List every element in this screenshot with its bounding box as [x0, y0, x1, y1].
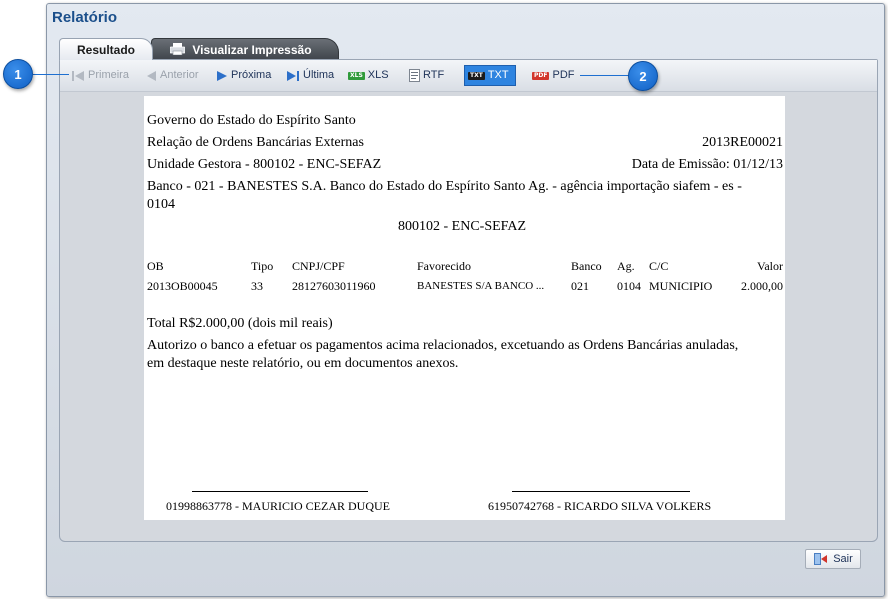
next-page-label: Próxima [231, 69, 272, 81]
xls-icon: XLS [348, 71, 365, 80]
last-page-button[interactable]: Última [283, 65, 337, 86]
signature-line-2 [512, 491, 690, 492]
column-header-cnpj: CNPJ/CPF [292, 259, 345, 273]
export-pdf-button[interactable]: PDF PDF [529, 65, 577, 86]
report-authorization: Autorizo o banco a efetuar os pagamentos… [147, 338, 739, 353]
report-bank-line: Banco - 021 - BANESTES S.A. Banco do Est… [147, 179, 742, 194]
column-header-tipo: Tipo [251, 259, 274, 273]
report-emission-date: Data de Emissão: 01/12/13 [631, 157, 783, 172]
report-unit: Unidade Gestora - 800102 - ENC-SEFAZ [147, 157, 382, 172]
report-relation-title: Relação de Ordens Bancárias Externas [147, 135, 364, 150]
signature-1: 01998863778 - MAURICIO CEZAR DUQUE [166, 499, 390, 513]
column-header-agencia: Ag. [617, 259, 635, 273]
callout-marker-1: 1 [3, 59, 33, 89]
tab-print-preview[interactable]: Visualizar Impressão [151, 38, 339, 60]
report-page: Governo do Estado do Espírito Santo Rela… [144, 96, 785, 520]
report-toolbar: Primeira Anterior Próxima Última XLS XLS… [60, 60, 877, 92]
next-page-button[interactable]: Próxima [213, 65, 274, 86]
txt-icon: TXT [468, 71, 485, 80]
cell-banco: 021 [571, 279, 589, 293]
exit-button[interactable]: Sair [805, 549, 861, 569]
signature-2: 61950742768 - RICARDO SILVA VOLKERS [488, 499, 712, 513]
report-authorization-cont: em destaque neste relatório, ou em docum… [147, 356, 459, 371]
cell-valor: 2.000,00 [741, 279, 783, 293]
first-page-label: Primeira [88, 69, 129, 81]
cell-ob: 2013OB00045 [147, 279, 218, 293]
callout-2-leader [580, 75, 630, 76]
column-header-favorecido: Favorecido [417, 259, 471, 273]
previous-page-icon [147, 70, 156, 81]
export-rtf-label: RTF [423, 69, 445, 81]
column-header-banco: Banco [571, 259, 602, 273]
column-header-cc: C/C [649, 259, 669, 273]
first-page-icon [72, 70, 84, 81]
cell-tipo: 33 [251, 279, 263, 293]
callout-1-leader [33, 74, 69, 75]
callout-marker-2: 2 [628, 61, 658, 91]
column-header-valor: Valor [757, 259, 783, 273]
column-header-ob: OB [147, 259, 164, 273]
next-page-icon [217, 70, 227, 81]
tab-print-preview-label: Visualizar Impressão [192, 43, 312, 57]
first-page-button[interactable]: Primeira [68, 65, 132, 86]
tab-result[interactable]: Resultado [59, 38, 153, 60]
report-window: Relatório Resultado Visualizar Impressão… [46, 3, 885, 597]
export-rtf-button[interactable]: RTF [406, 65, 447, 86]
last-page-label: Última [303, 69, 335, 81]
window-title: Relatório [52, 9, 118, 26]
pdf-icon: PDF [532, 71, 550, 80]
last-page-icon [287, 70, 299, 81]
previous-page-label: Anterior [160, 69, 199, 81]
cell-favorecido: BANESTES S/A BANCO ... [417, 280, 545, 292]
exit-icon [814, 553, 828, 565]
report-unit-center: 800102 - ENC-SEFAZ [398, 219, 527, 234]
cell-cnpj: 28127603011960 [292, 279, 376, 293]
report-doc-number: 2013RE00021 [702, 135, 783, 150]
cell-agencia: 0104 [617, 279, 641, 293]
export-xls-label: XLS [367, 69, 389, 81]
rtf-icon [409, 69, 420, 82]
previous-page-button[interactable]: Anterior [142, 65, 202, 86]
exit-label: Sair [833, 553, 853, 565]
result-panel: Primeira Anterior Próxima Última XLS XLS… [59, 59, 878, 542]
export-xls-button[interactable]: XLS XLS [345, 65, 392, 86]
export-txt-button[interactable]: TXT TXT [464, 65, 516, 86]
signature-line-1 [192, 491, 368, 492]
cell-cc: MUNICIPIO [649, 279, 713, 293]
export-txt-label: TXT [487, 69, 509, 81]
report-bank-line-cont: 0104 [147, 197, 175, 212]
report-government: Governo do Estado do Espírito Santo [147, 113, 356, 128]
report-total: Total R$2.000,00 (dois mil reais) [147, 316, 333, 331]
export-pdf-label: PDF [552, 69, 575, 81]
